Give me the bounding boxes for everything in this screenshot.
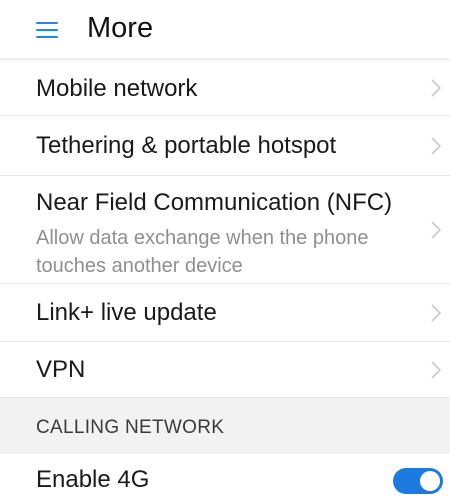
- nfc-label: Near Field Communication (NFC): [36, 189, 393, 216]
- chevron-right-icon: [431, 304, 442, 322]
- page-title: More: [87, 12, 154, 44]
- nfc-description: Allow data exchange when the phone touch…: [36, 227, 369, 277]
- vpn-label: VPN: [36, 356, 86, 383]
- section-title: CALLING NETWORK: [36, 417, 225, 438]
- enable-4g-item[interactable]: Enable 4G: [0, 454, 450, 504]
- chevron-right-icon: [431, 221, 442, 239]
- chevron-right-icon: [431, 137, 442, 155]
- mobile-network-item[interactable]: Mobile network: [0, 58, 450, 116]
- toggle-knob: [420, 471, 440, 491]
- nfc-item[interactable]: Near Field Communication (NFC) Allow dat…: [0, 176, 450, 284]
- chevron-right-icon: [431, 79, 442, 97]
- calling-network-section-header: CALLING NETWORK: [0, 398, 450, 454]
- mobile-network-label: Mobile network: [36, 75, 198, 102]
- tethering-hotspot-item[interactable]: Tethering & portable hotspot: [0, 116, 450, 176]
- enable-4g-label: Enable 4G: [36, 466, 150, 493]
- enable-4g-toggle[interactable]: [393, 468, 443, 494]
- hamburger-menu-icon[interactable]: [36, 22, 60, 38]
- link-plus-live-update-item[interactable]: Link+ live update: [0, 284, 450, 342]
- link-plus-live-update-label: Link+ live update: [36, 299, 217, 326]
- settings-list: Mobile network Tethering & portable hots…: [0, 58, 450, 504]
- tethering-hotspot-label: Tethering & portable hotspot: [36, 132, 337, 159]
- vpn-item[interactable]: VPN: [0, 342, 450, 398]
- chevron-right-icon: [431, 361, 442, 379]
- app-bar: More: [0, 0, 450, 58]
